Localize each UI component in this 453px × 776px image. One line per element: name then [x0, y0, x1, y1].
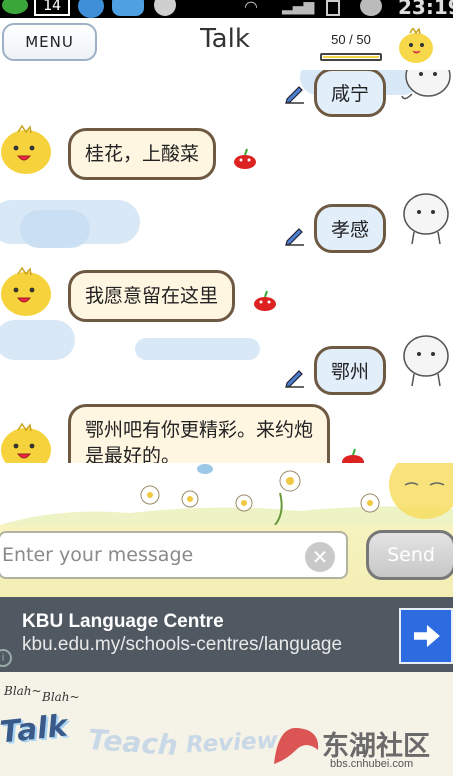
status-time: 23:19 — [398, 0, 453, 19]
chick-avatar-icon — [1, 124, 51, 174]
chat-area[interactable]: 咸宁 桂花，上酸菜 孝感 我愿意留在这里 鄂州 鄂州吧有你更精彩。来约炮是最好的… — [0, 70, 453, 463]
signal-icon: ▂▄▆ — [282, 0, 315, 15]
message-input-bar: ✕ Send — [0, 525, 453, 597]
app-icon — [78, 0, 104, 18]
wifi-icon: ◠ — [244, 0, 258, 16]
ad-url[interactable]: kbu.edu.my/schools-centres/language — [22, 634, 342, 656]
watermark-logo-icon — [274, 727, 319, 764]
ghost-avatar-icon — [403, 193, 449, 245]
clear-input-button[interactable]: ✕ — [305, 542, 335, 572]
chick-avatar-icon — [399, 28, 433, 63]
counter-progress-fill — [323, 56, 379, 58]
alarm-icon — [360, 0, 382, 16]
chick-avatar-icon — [1, 422, 51, 463]
bottom-tab-bar: Blah~ Blah~ Talk Teach Review 东湖社区 bbs.c… — [0, 672, 453, 776]
chat-icon — [112, 0, 144, 16]
ad-banner[interactable]: KBU Language Centre kbu.edu.my/schools-c… — [0, 597, 453, 672]
sync-icon — [2, 0, 28, 14]
message-input[interactable] — [0, 531, 348, 579]
ad-title[interactable]: KBU Language Centre — [22, 611, 224, 633]
calendar-icon: 14 — [34, 0, 70, 16]
message-bubble-right: 鄂州 — [314, 346, 387, 395]
message-bubble-left: 我愿意留在这里 — [68, 270, 236, 322]
send-button[interactable]: Send — [366, 530, 453, 580]
cherry-icon — [234, 148, 256, 169]
cloud-decoration — [20, 210, 90, 248]
watermark-url: bbs.cnhubei.com — [330, 758, 414, 770]
blah-label: Blah~ — [42, 690, 80, 704]
edit-pencil-icon[interactable] — [284, 82, 306, 104]
message-bubble-left: 桂花，上酸菜 — [68, 128, 217, 180]
battery-icon — [326, 0, 340, 16]
cherry-icon — [254, 290, 276, 311]
status-bar: 14 ◠ ▂▄▆ 23:19 — [0, 0, 453, 18]
arrow-right-icon[interactable] — [399, 608, 453, 664]
moon-icon — [154, 0, 176, 16]
cloud-decoration — [0, 320, 75, 360]
page-title: Talk — [200, 24, 250, 54]
edit-pencil-icon[interactable] — [284, 366, 306, 388]
menu-button[interactable]: MENU — [2, 23, 97, 61]
counter-progress-bar — [320, 53, 382, 61]
cloud-decoration — [135, 338, 260, 360]
tab-review[interactable]: Review — [185, 728, 278, 759]
message-bubble-right: 咸宁 — [314, 70, 387, 117]
ghost-avatar-icon — [401, 70, 451, 100]
tab-talk[interactable]: Talk — [0, 709, 69, 751]
message-counter: 50 / 50 — [331, 32, 371, 47]
chick-avatar-icon — [1, 266, 51, 316]
message-bubble-left: 鄂州吧有你更精彩。来约炮是最好的。 — [68, 404, 330, 463]
ghost-avatar-icon — [403, 335, 449, 387]
ad-info-icon[interactable]: i — [0, 649, 12, 667]
blah-label: Blah~ — [4, 684, 42, 698]
edit-pencil-icon[interactable] — [284, 224, 306, 246]
app-header: MENU Talk 50 / 50 — [0, 18, 453, 70]
message-bubble-right: 孝感 — [314, 204, 387, 253]
tab-teach[interactable]: Teach — [87, 723, 179, 762]
cherry-icon — [342, 448, 364, 463]
flower-banner-decoration: Z — [0, 463, 453, 525]
